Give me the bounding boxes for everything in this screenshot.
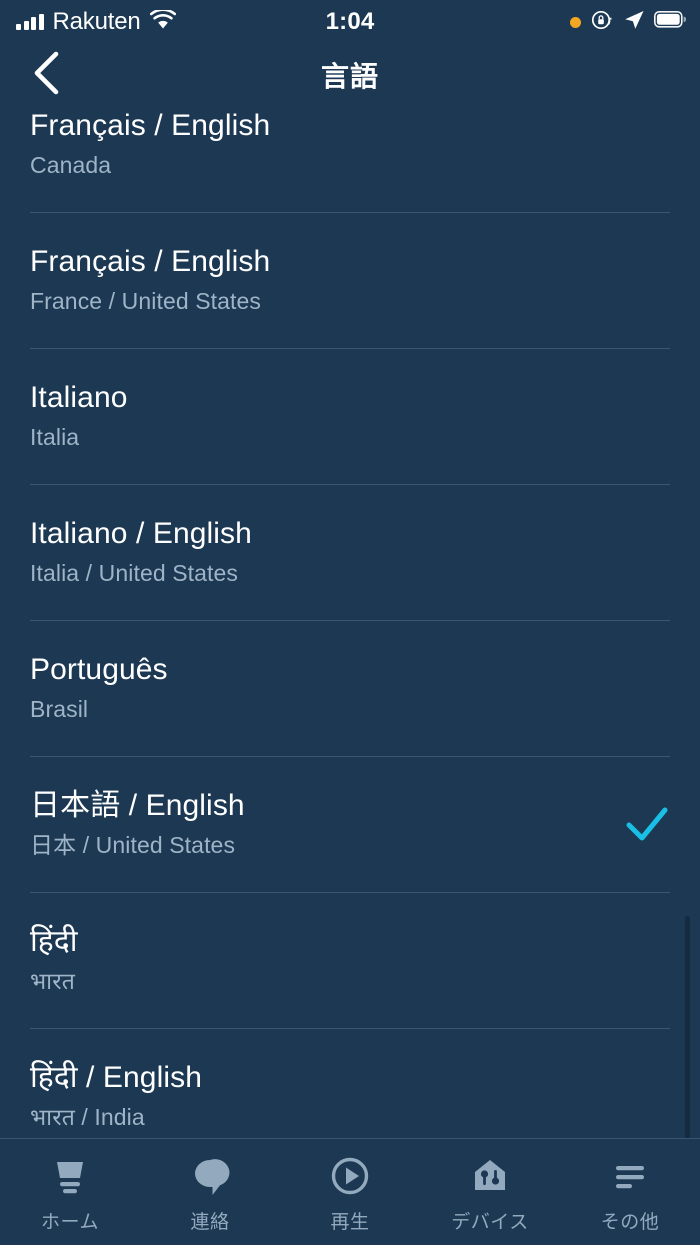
language-row[interactable]: Français / English France / United States [0,212,700,348]
battery-icon [654,11,687,33]
language-row-title: Français / English [30,108,271,142]
language-row-title: Português [30,652,168,686]
wifi-icon [149,7,176,35]
home-echo-icon [48,1154,92,1198]
language-row[interactable]: Français / English Canada [0,106,700,212]
tab-label: 連絡 [190,1212,230,1233]
language-row[interactable]: हिंदी भारत [0,892,700,1028]
carrier-label: Rakuten [52,8,141,35]
devices-house-icon [468,1154,512,1198]
language-row-subtitle: Canada [30,152,112,179]
more-hamburger-icon [608,1154,652,1198]
bottom-tab-bar: ホーム 連絡 再生 デバイス その他 [0,1138,700,1245]
page-title: 言語 [320,61,379,92]
app-root: Rakuten 1:04 言語 Français / English Canad… [0,0,700,1245]
language-row-title: Italiano / English [30,516,252,550]
language-row[interactable]: Italiano / English Italia / United States [0,484,700,620]
language-list[interactable]: Français / English Canada Français / Engli… [0,106,700,1138]
status-bar-right [570,0,687,44]
language-row-subtitle: Brasil [30,696,89,723]
language-row[interactable]: Italiano Italia [0,348,700,484]
nav-bar: 言語 [0,44,700,106]
language-row-title: 日本語 / English [30,788,245,822]
language-row-subtitle: Italia [30,424,80,451]
orange-recording-dot-icon [570,16,581,28]
clock-label: 1:04 [325,8,375,35]
language-row-title: Français / English [30,244,271,278]
language-row-subtitle: भारत [30,968,75,995]
language-list-inner: Français / English Canada Français / Engli… [0,106,700,1138]
language-row-title: Italiano [30,380,128,414]
language-row-subtitle: भारत / India [30,1104,145,1131]
scrollbar-thumb[interactable] [685,916,690,1140]
status-bar-left: Rakuten [16,7,176,36]
language-row[interactable]: 日本語 / English 日本 / United States [0,756,700,892]
language-row-subtitle: Italia / United States [30,560,239,587]
orientation-lock-icon [590,8,614,37]
tab-label: デバイス [451,1212,529,1233]
language-row-subtitle: France / United States [30,288,262,315]
checkmark-icon [624,801,670,847]
signal-bars-icon [16,14,44,30]
tab-devices-house[interactable]: デバイス [420,1139,560,1245]
tab-speech-bubble[interactable]: 連絡 [140,1139,280,1245]
language-row[interactable]: हिंदी / English भारत / India [0,1028,700,1138]
tab-label: 再生 [330,1212,370,1233]
status-bar: Rakuten 1:04 [0,0,700,44]
tab-label: ホーム [41,1212,99,1233]
language-row[interactable]: Português Brasil [0,620,700,756]
tab-play-circle[interactable]: 再生 [280,1139,420,1245]
language-row-title: हिंदी [30,924,78,958]
language-row-subtitle: 日本 / United States [30,832,236,859]
language-row-title: हिंदी / English [30,1060,202,1094]
tab-more-hamburger[interactable]: その他 [560,1139,700,1245]
tab-home-echo[interactable]: ホーム [0,1139,140,1245]
tab-label: その他 [600,1212,660,1233]
location-arrow-icon [623,9,645,36]
play-circle-icon [328,1154,372,1198]
speech-bubble-icon [188,1154,232,1198]
